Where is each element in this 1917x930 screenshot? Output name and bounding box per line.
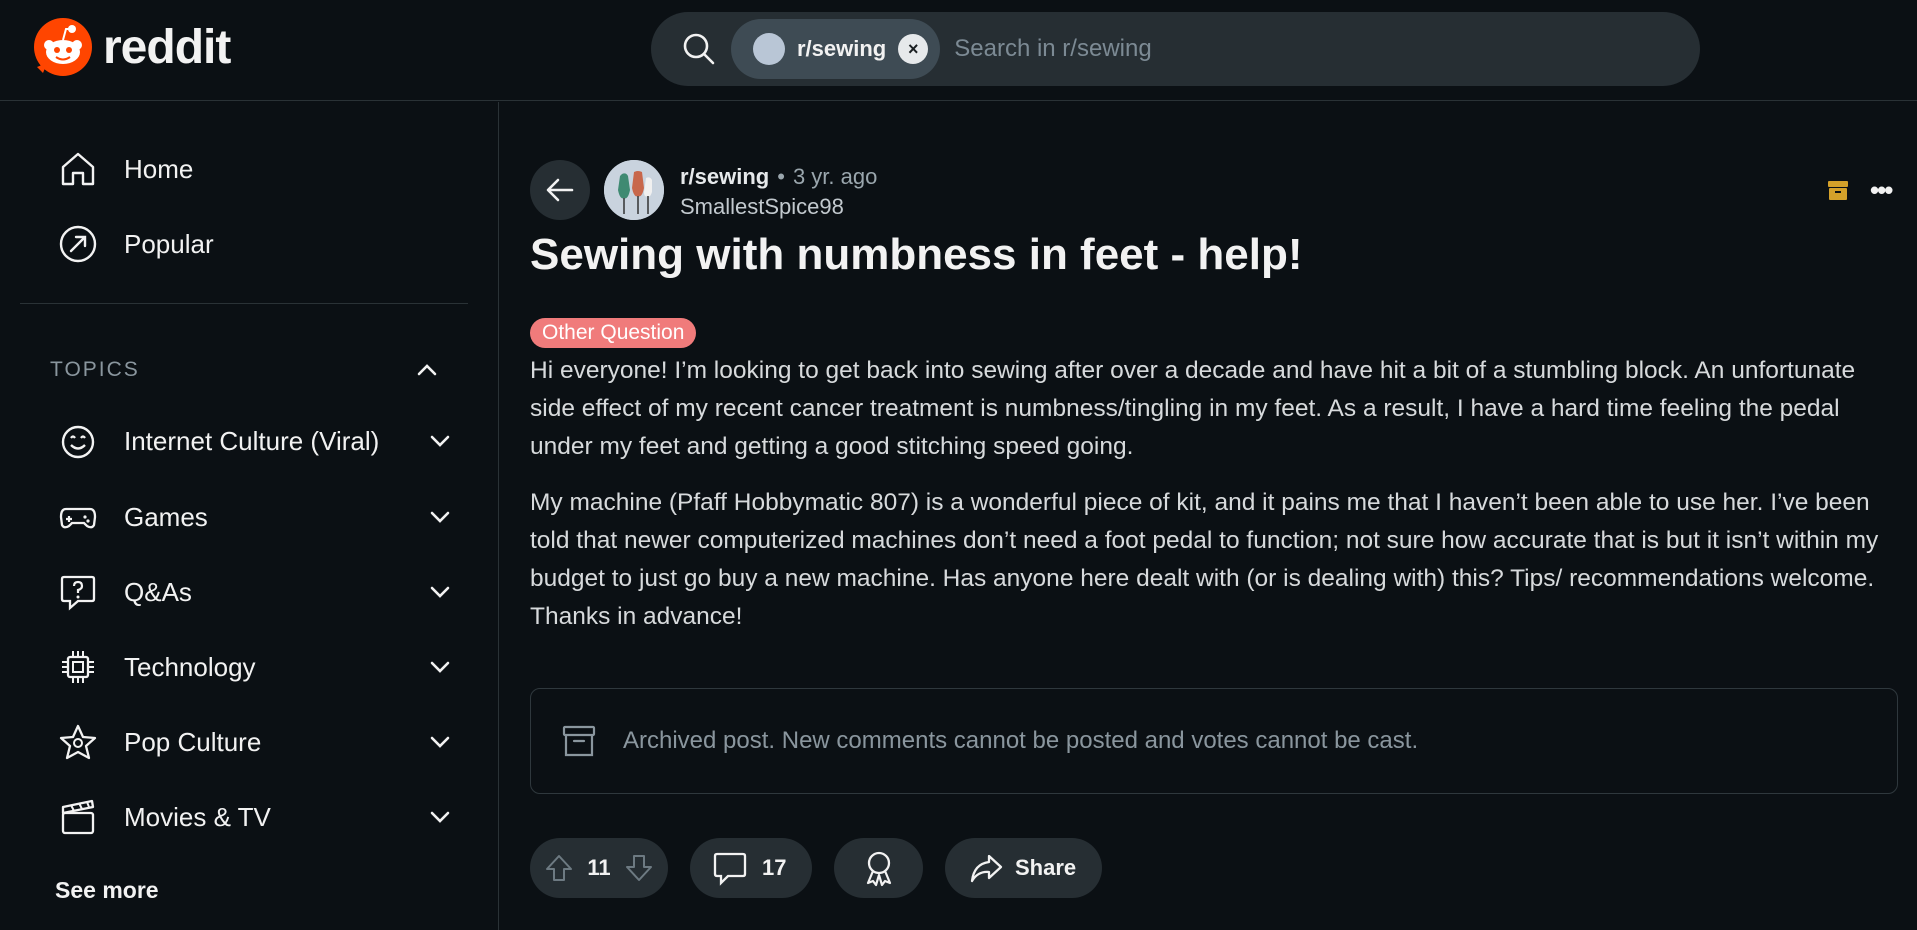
- post-meta: r/sewing • 3 yr. ago: [680, 164, 877, 190]
- topic-internet-culture[interactable]: Internet Culture (Viral): [20, 409, 480, 473]
- post-body: Hi everyone! I’m looking to get back int…: [530, 352, 1900, 654]
- search-input[interactable]: [954, 35, 1515, 63]
- post-timestamp: 3 yr. ago: [792, 164, 878, 189]
- topic-games[interactable]: Games: [20, 485, 480, 549]
- see-more-button[interactable]: See more: [55, 877, 159, 904]
- upvote-icon[interactable]: [544, 853, 574, 883]
- topics-title: TOPICS: [50, 358, 140, 381]
- topic-label: Q&As: [124, 576, 192, 607]
- topic-movies-tv[interactable]: Movies & TV: [20, 785, 480, 849]
- nav-label: Popular: [124, 228, 214, 259]
- popular-icon: [58, 224, 98, 264]
- back-button[interactable]: [530, 160, 590, 220]
- award-button[interactable]: [834, 838, 923, 898]
- post-paragraph: My machine (Pfaff Hobbymatic 807) is a w…: [530, 489, 1879, 630]
- share-label: Share: [1015, 855, 1077, 880]
- chevron-down-icon: [430, 661, 450, 673]
- comment-count: 17: [762, 855, 787, 880]
- clapperboard-icon: [58, 797, 98, 837]
- more-options-button[interactable]: •••: [1870, 177, 1893, 203]
- nav-label: Home: [124, 153, 194, 184]
- share-button[interactable]: Share: [945, 838, 1102, 898]
- arrow-left-icon: [546, 178, 574, 202]
- archived-notice: Archived post. New comments cannot be po…: [530, 688, 1898, 794]
- topic-label: Movies & TV: [124, 801, 271, 832]
- topic-pop-culture[interactable]: Pop Culture: [20, 710, 480, 774]
- topic-label: Technology: [124, 651, 256, 682]
- chevron-up-icon: [417, 364, 437, 376]
- post-actions: 11 17 Share: [530, 838, 1102, 898]
- comment-icon: [713, 852, 747, 886]
- reddit-snoo-icon: [34, 18, 92, 76]
- topic-label: Pop Culture: [124, 726, 262, 757]
- comments-button[interactable]: 17: [690, 838, 812, 898]
- archive-icon: [1828, 181, 1848, 200]
- gamepad-icon: [58, 497, 98, 537]
- search-icon: [683, 33, 715, 65]
- topic-label: Internet Culture (Viral): [124, 425, 380, 456]
- chevron-down-icon: [430, 736, 450, 748]
- nav-home[interactable]: Home: [20, 137, 480, 201]
- post-title: Sewing with numbness in feet - help!: [530, 230, 1303, 279]
- award-icon: [866, 851, 891, 887]
- chevron-down-icon: [430, 586, 450, 598]
- nav-popular[interactable]: Popular: [20, 212, 480, 276]
- subreddit-link[interactable]: r/sewing: [680, 164, 769, 190]
- subreddit-search-chip: r/sewing ×: [731, 19, 941, 79]
- chip-remove-button[interactable]: ×: [898, 34, 929, 64]
- top-header: reddit r/sewing ×: [0, 0, 1917, 101]
- home-icon: [58, 149, 98, 189]
- post-paragraph: Hi everyone! I’m looking to get back int…: [530, 357, 1856, 460]
- archived-notice-text: Archived post. New comments cannot be po…: [623, 727, 1419, 754]
- sidebar-divider: [20, 303, 468, 304]
- reddit-logo[interactable]: reddit: [33, 17, 231, 77]
- chip-icon: [58, 647, 98, 687]
- share-icon: [970, 854, 1003, 883]
- archive-box-icon: [562, 725, 596, 757]
- search-bar[interactable]: r/sewing ×: [651, 12, 1700, 86]
- vote-count: 11: [587, 855, 611, 880]
- dress-form-icon: [604, 160, 664, 220]
- subreddit-avatar: [753, 33, 785, 65]
- vote-control: 11: [530, 838, 668, 898]
- left-sidebar: Home Popular TOPICS Internet Culture (Vi…: [0, 102, 499, 930]
- chevron-down-icon: [430, 435, 450, 447]
- post-flair[interactable]: Other Question: [530, 318, 697, 348]
- topic-qas[interactable]: Q&As: [20, 560, 480, 624]
- topics-header[interactable]: TOPICS: [50, 355, 440, 385]
- smile-icon: [58, 421, 98, 461]
- chevron-down-icon: [430, 511, 450, 523]
- meta-separator: •: [777, 164, 785, 189]
- chip-label: r/sewing: [797, 36, 887, 61]
- subreddit-avatar[interactable]: [604, 160, 664, 220]
- topic-technology[interactable]: Technology: [20, 635, 480, 699]
- question-bubble-icon: [58, 572, 98, 612]
- topic-label: Games: [124, 501, 208, 532]
- chevron-down-icon: [430, 811, 450, 823]
- reddit-wordmark: reddit: [103, 20, 231, 74]
- downvote-icon[interactable]: [624, 853, 654, 883]
- author-link[interactable]: SmallestSpice98: [680, 194, 844, 220]
- star-badge-icon: [58, 722, 98, 762]
